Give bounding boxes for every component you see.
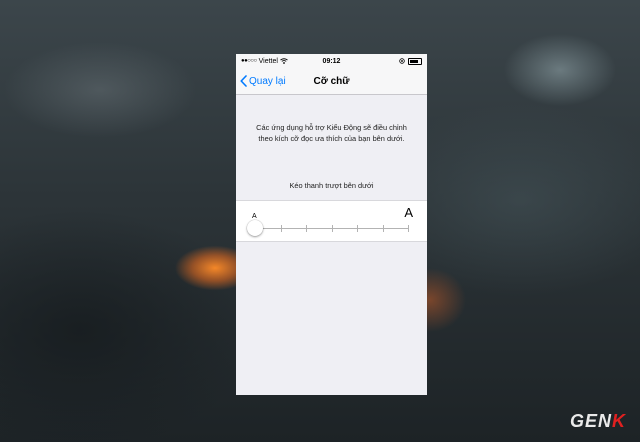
- slider-tick: [408, 225, 409, 232]
- phone-screen: ●●○○○ Viettel 09:12 Quay lại Cỡ chữ Các: [236, 54, 427, 395]
- slider-tick: [331, 225, 333, 232]
- slider-tick: [382, 225, 384, 232]
- battery-icon: [408, 57, 422, 65]
- large-text-label: A: [404, 205, 413, 220]
- text-size-slider-cell: A A: [236, 200, 427, 242]
- chevron-left-icon: [240, 75, 247, 87]
- navigation-bar: Quay lại Cỡ chữ: [236, 68, 427, 95]
- status-bar: ●●○○○ Viettel 09:12: [236, 54, 427, 68]
- back-button-label: Quay lại: [249, 75, 286, 87]
- slider-tick: [306, 225, 307, 232]
- slider-track[interactable]: [255, 225, 409, 232]
- slider-hint: Kéo thanh trượt bên dưới: [289, 181, 374, 190]
- watermark-text: GEN: [569, 411, 612, 431]
- status-time: 09:12: [322, 57, 341, 65]
- genk-watermark: GENK: [570, 411, 626, 432]
- slider-tick: [357, 225, 358, 232]
- slider-thumb[interactable]: [247, 220, 263, 236]
- slider-tick: [280, 225, 282, 232]
- description-text: Các ứng dụng hỗ trợ Kiểu Động sẽ điều ch…: [256, 123, 407, 143]
- watermark-accent: K: [612, 411, 626, 431]
- back-button[interactable]: Quay lại: [236, 75, 286, 87]
- small-text-label: A: [252, 213, 257, 220]
